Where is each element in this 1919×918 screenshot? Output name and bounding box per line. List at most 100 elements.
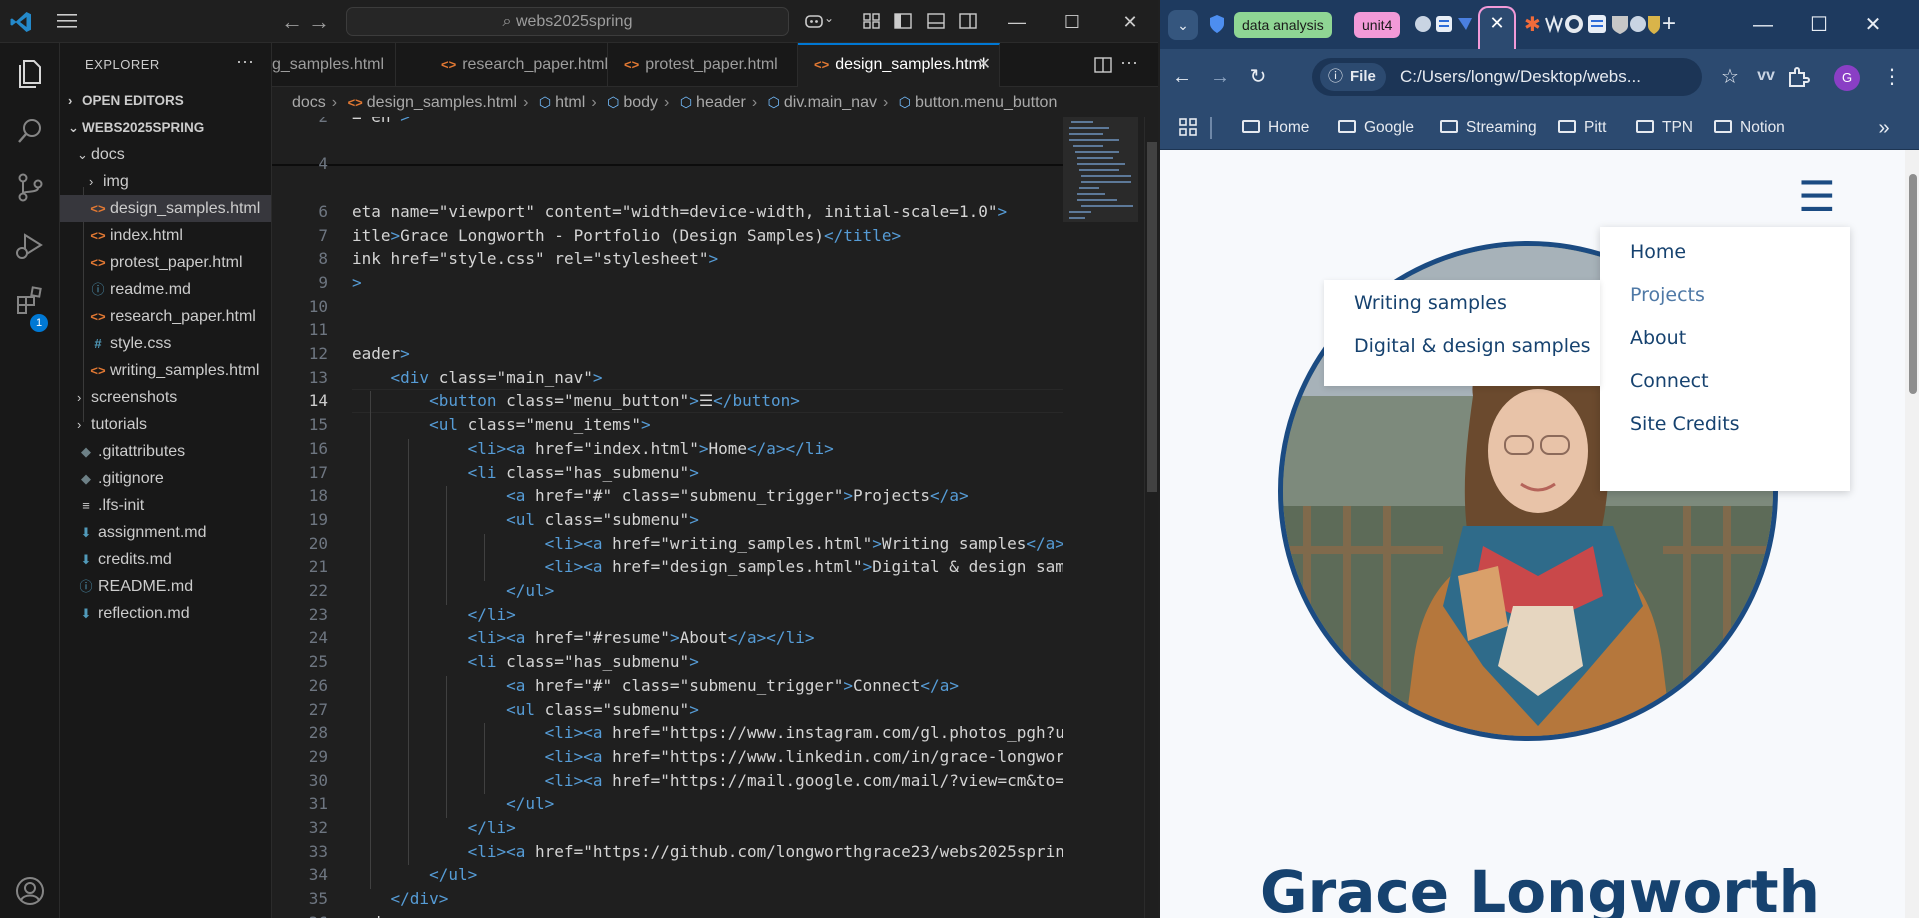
browser-menu-icon[interactable]: ⋮ [1882, 63, 1902, 91]
maximize-icon[interactable]: ☐ [1806, 12, 1832, 38]
tree-file-style-css[interactable]: # style.css [60, 330, 271, 357]
tree-file-gitignore[interactable]: ◆ .gitignore [60, 465, 271, 492]
breadcrumb-item[interactable]: button.menu_button [915, 94, 1057, 111]
copilot-icon[interactable] [804, 11, 824, 31]
run-and-debug-icon[interactable] [12, 227, 48, 263]
extensions-icon[interactable] [12, 283, 48, 319]
toggle-panel-icon[interactable] [926, 11, 946, 31]
tab-group-data-analysis[interactable]: data analysis [1234, 12, 1332, 38]
tab-design-samples[interactable]: <> design_samples.html ✕ [798, 43, 1000, 87]
close-tab-icon[interactable]: ✕ [1480, 8, 1514, 38]
close-tab-icon[interactable]: ✕ [978, 45, 991, 85]
tree-folder-screenshots[interactable]: › screenshots [60, 384, 271, 411]
forward-arrow-icon[interactable]: → [1206, 63, 1234, 91]
tree-file-readme[interactable]: ⓘ README.md [60, 573, 271, 600]
submenu-item-design-samples[interactable]: Digital & design samples [1354, 335, 1591, 357]
breadcrumb-item[interactable]: div.main_nav [784, 94, 877, 111]
site-info-chip[interactable]: ⓘ File [1320, 63, 1386, 91]
breadcrumb-item[interactable]: header [696, 94, 746, 111]
breadcrumb-item[interactable]: body [623, 94, 658, 111]
scrollbar-thumb[interactable] [1147, 142, 1157, 492]
tab-group-unit4[interactable]: unit4 [1354, 12, 1401, 38]
breadcrumb-item[interactable]: docs [292, 94, 326, 111]
accounts-icon[interactable] [12, 873, 48, 909]
submenu-item-writing-samples[interactable]: Writing samples [1354, 292, 1507, 314]
pinned-tab-favicons[interactable]: ✱ [1522, 12, 1662, 36]
bookmark-folder-google[interactable]: Google [1338, 113, 1414, 143]
menu-item-site-credits[interactable]: Site Credits [1630, 413, 1740, 435]
menu-item-projects[interactable]: Projects [1630, 284, 1705, 306]
bookmark-folder-notion[interactable]: Notion [1714, 113, 1785, 143]
tab-protest-paper[interactable]: <> protest_paper.html [608, 43, 798, 87]
bookmark-folder-tpn[interactable]: TPN [1636, 113, 1693, 143]
back-arrow-icon[interactable]: ← [280, 10, 304, 34]
tree-file-lfs-init[interactable]: ≡ .lfs-init [60, 492, 271, 519]
explorer-files-icon[interactable] [12, 55, 48, 91]
command-center-search[interactable]: ⌕ webs2025spring [346, 7, 789, 36]
menu-item-connect[interactable]: Connect [1630, 370, 1709, 392]
extensions-puzzle-icon[interactable] [1786, 65, 1810, 89]
active-tab[interactable]: ✕ [1478, 6, 1516, 50]
page-scrollbar[interactable] [1905, 150, 1919, 918]
scrollbar-thumb[interactable] [1909, 174, 1917, 394]
toggle-primary-sidebar-icon[interactable] [893, 11, 913, 31]
tree-folder-tutorials[interactable]: › tutorials [60, 411, 271, 438]
close-window-icon[interactable]: ✕ [1117, 9, 1143, 35]
maximize-icon[interactable]: ☐ [1059, 9, 1085, 35]
tree-folder-img[interactable]: › img [60, 168, 271, 195]
tree-file-index[interactable]: <> index.html [60, 222, 271, 249]
tree-file-assignment[interactable]: ⬇ assignment.md [60, 519, 271, 546]
address-text: C:/Users/longw/Desktop/webs... [1400, 67, 1641, 86]
toggle-secondary-sidebar-icon[interactable] [958, 11, 978, 31]
tree-file-reflection[interactable]: ⬇ reflection.md [60, 600, 271, 627]
tree-file-design-samples[interactable]: <> design_samples.html [60, 195, 271, 222]
tab-search-chevron-icon[interactable]: ⌄ [1168, 10, 1198, 40]
minimize-icon[interactable]: — [1004, 9, 1030, 35]
breadcrumb-item[interactable]: html [555, 94, 585, 111]
line-number: 33 [308, 841, 328, 861]
tree-file-research-paper[interactable]: <> research_paper.html [60, 303, 271, 330]
bookmark-folder-pitt[interactable]: Pitt [1558, 113, 1606, 143]
split-editor-icon[interactable] [1093, 55, 1113, 75]
tree-file-readme-docs[interactable]: ⓘ readme.md [60, 276, 271, 303]
tree-file-writing-samples[interactable]: <> writing_samples.html [60, 357, 271, 384]
explorer-more-actions-icon[interactable]: ··· [236, 51, 254, 72]
tab-writing-samples[interactable]: g_samples.html [256, 43, 396, 87]
menu-icon[interactable] [56, 12, 78, 30]
element-icon: ⬡ [679, 94, 693, 110]
forward-arrow-icon[interactable]: → [307, 10, 331, 34]
close-window-icon[interactable]: ✕ [1860, 12, 1886, 38]
workspace-section[interactable]: ⌄ WEBS2025SPRING [60, 114, 271, 141]
menu-item-about[interactable]: About [1630, 327, 1686, 349]
hamburger-menu-button[interactable]: ☰ [1798, 176, 1836, 218]
profile-avatar[interactable]: G [1834, 65, 1860, 91]
more-bookmarks-chevron-icon[interactable]: » [1872, 113, 1896, 143]
layout-controls-icon[interactable] [862, 11, 882, 31]
open-editors-section[interactable]: › OPEN EDITORS [60, 87, 271, 114]
minimap[interactable] [1063, 117, 1138, 918]
editor-scrollbar[interactable] [1144, 117, 1158, 918]
minimize-icon[interactable]: — [1750, 12, 1776, 38]
apps-grid-icon[interactable] [1178, 117, 1198, 137]
tab-research-paper[interactable]: <> research_paper.html [425, 43, 608, 87]
more-actions-icon[interactable]: ··· [1120, 53, 1140, 75]
bookmark-folder-streaming[interactable]: Streaming [1440, 113, 1537, 143]
address-bar[interactable]: ⓘ File C:/Users/longw/Desktop/webs... [1312, 58, 1702, 96]
reload-icon[interactable]: ↻ [1244, 63, 1272, 91]
bookmark-folder-home[interactable]: Home [1242, 113, 1309, 143]
tab-favicons[interactable] [1414, 14, 1476, 34]
tree-folder-docs[interactable]: ⌄ docs [60, 141, 271, 168]
new-tab-icon[interactable]: + [1656, 11, 1682, 37]
source-control-icon[interactable] [12, 169, 48, 205]
breadcrumb-item[interactable]: design_samples.html [367, 94, 517, 111]
tree-file-credits[interactable]: ⬇ credits.md [60, 546, 271, 573]
tree-file-protest-paper[interactable]: <> protest_paper.html [60, 249, 271, 276]
bookmark-star-icon[interactable]: ☆ [1716, 63, 1744, 91]
code-editor[interactable]: 2 ="en"> 4 6 eta name="viewport" content="wi… [272, 117, 1138, 918]
tree-file-gitattributes[interactable]: ◆ .gitattributes [60, 438, 271, 465]
extension-vv-icon[interactable]: vv [1748, 61, 1784, 91]
back-arrow-icon[interactable]: ← [1168, 63, 1196, 91]
menu-item-home[interactable]: Home [1630, 241, 1686, 263]
search-sidebar-icon[interactable] [12, 113, 48, 149]
copilot-dropdown-chevron-icon[interactable]: ⌄ [824, 11, 844, 31]
